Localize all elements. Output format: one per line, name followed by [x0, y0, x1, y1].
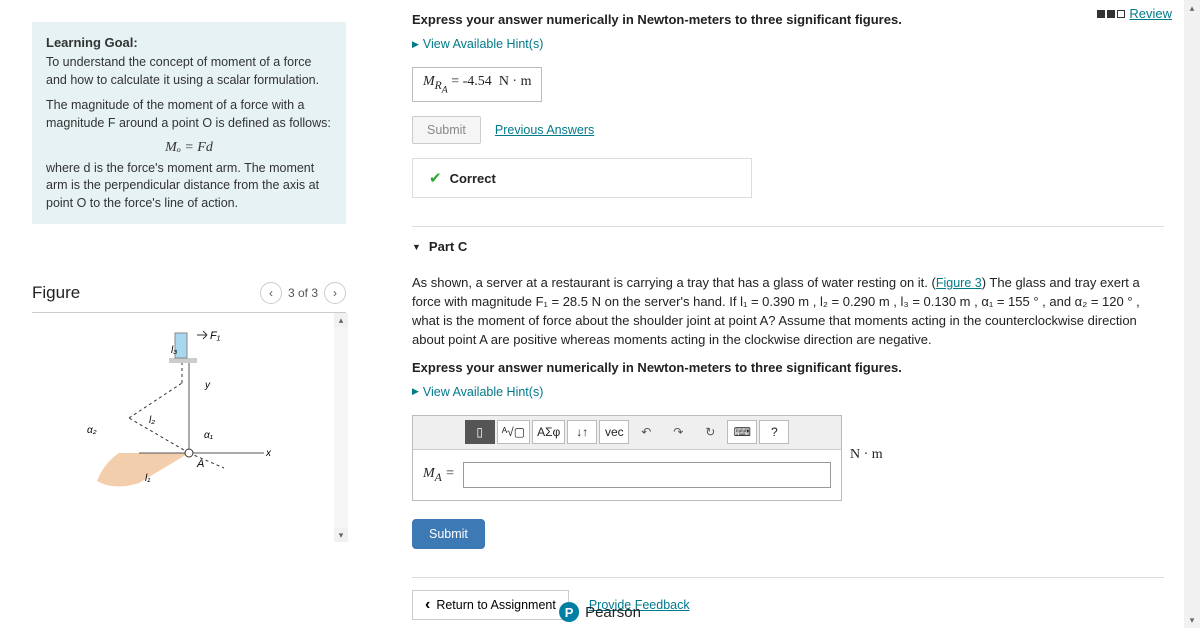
- svg-text:A: A: [196, 458, 204, 470]
- part-c-prose: As shown, a server at a restaurant is ca…: [412, 274, 1164, 349]
- review-icon: [1097, 10, 1125, 18]
- svg-text:x: x: [265, 448, 272, 459]
- svg-text:F₁: F₁: [210, 330, 221, 342]
- svg-text:y: y: [204, 380, 211, 391]
- review-link[interactable]: Review: [1129, 6, 1172, 21]
- part-c-hints-toggle[interactable]: View Available Hint(s): [412, 385, 1164, 399]
- svg-text:l₂: l₂: [149, 415, 155, 426]
- figure-next-button[interactable]: ›: [324, 282, 346, 304]
- figure-diagram: F₁ l₃ l₂ l₁ α₁ α₂ A x y: [69, 323, 309, 513]
- undo-tool[interactable]: ↶: [631, 420, 661, 444]
- moment-definition-1: The magnitude of the moment of a force w…: [46, 97, 332, 132]
- learning-goal-body: To understand the concept of moment of a…: [46, 54, 332, 89]
- scroll-up-icon[interactable]: ▴: [1184, 0, 1200, 16]
- math-toolbar: ▯ ᴬ√▢ ΑΣφ ↓↑ vec ↶ ↷ ↻ ⌨ ?: [413, 416, 841, 450]
- prev-hints-toggle[interactable]: View Available Hint(s): [412, 37, 1164, 51]
- return-to-assignment-button[interactable]: Return to Assignment: [412, 590, 569, 620]
- subscript-tool[interactable]: ↓↑: [567, 420, 597, 444]
- figure-panel: F₁ l₃ l₂ l₁ α₁ α₂ A x y ▴ ▾: [32, 312, 346, 542]
- learning-goal-title: Learning Goal:: [46, 34, 332, 52]
- prev-submit-button: Submit: [412, 116, 481, 144]
- figure-scrollbar[interactable]: ▴ ▾: [334, 313, 348, 542]
- figure-heading: Figure: [32, 283, 80, 303]
- moment-definition-2: where d is the force's moment arm. The m…: [46, 160, 332, 213]
- scroll-down-icon[interactable]: ▾: [1184, 612, 1200, 628]
- prev-answer-display: MRA = -4.54 N · m: [412, 67, 542, 102]
- svg-text:l₁: l₁: [145, 473, 150, 484]
- prev-instruction: Express your answer numerically in Newto…: [412, 12, 1164, 27]
- part-c-instruction: Express your answer numerically in Newto…: [412, 360, 1164, 375]
- svg-text:l₃: l₃: [171, 345, 177, 356]
- svg-text:α₁: α₁: [204, 430, 213, 441]
- svg-text:α₂: α₂: [87, 425, 97, 436]
- reset-tool[interactable]: ↻: [695, 420, 725, 444]
- figure-scroll-down-icon[interactable]: ▾: [334, 528, 348, 542]
- figure-prev-button[interactable]: ‹: [260, 282, 282, 304]
- moment-formula: Mₒ = Fd: [46, 138, 332, 158]
- greek-tool[interactable]: ΑΣφ: [532, 420, 565, 444]
- figure-scroll-up-icon[interactable]: ▴: [334, 313, 348, 327]
- help-tool[interactable]: ?: [759, 420, 789, 444]
- answer-unit: N · m: [850, 447, 883, 463]
- vertical-scrollbar[interactable]: ▴ ▾: [1184, 0, 1200, 628]
- vector-tool[interactable]: vec: [599, 420, 629, 444]
- pearson-logo: P Pearson: [559, 602, 641, 622]
- figure-3-link[interactable]: Figure 3: [936, 276, 982, 290]
- check-icon: ✔: [429, 169, 442, 187]
- previous-answers-link[interactable]: Previous Answers: [495, 123, 594, 137]
- answer-input-panel: ▯ ᴬ√▢ ΑΣφ ↓↑ vec ↶ ↷ ↻ ⌨ ? MA =: [412, 415, 842, 501]
- redo-tool[interactable]: ↷: [663, 420, 693, 444]
- part-c-header[interactable]: Part C: [412, 226, 1164, 254]
- submit-button[interactable]: Submit: [412, 519, 485, 549]
- correct-feedback: ✔ Correct: [412, 158, 752, 198]
- root-tool[interactable]: ᴬ√▢: [497, 420, 530, 444]
- learning-goal-box: Learning Goal: To understand the concept…: [32, 22, 346, 224]
- pearson-p-icon: P: [559, 602, 579, 622]
- answer-label: MA =: [423, 466, 455, 484]
- keyboard-tool[interactable]: ⌨: [727, 420, 757, 444]
- figure-pager-label: 3 of 3: [288, 286, 318, 300]
- answer-input[interactable]: [463, 462, 831, 488]
- template-tool[interactable]: ▯: [465, 420, 495, 444]
